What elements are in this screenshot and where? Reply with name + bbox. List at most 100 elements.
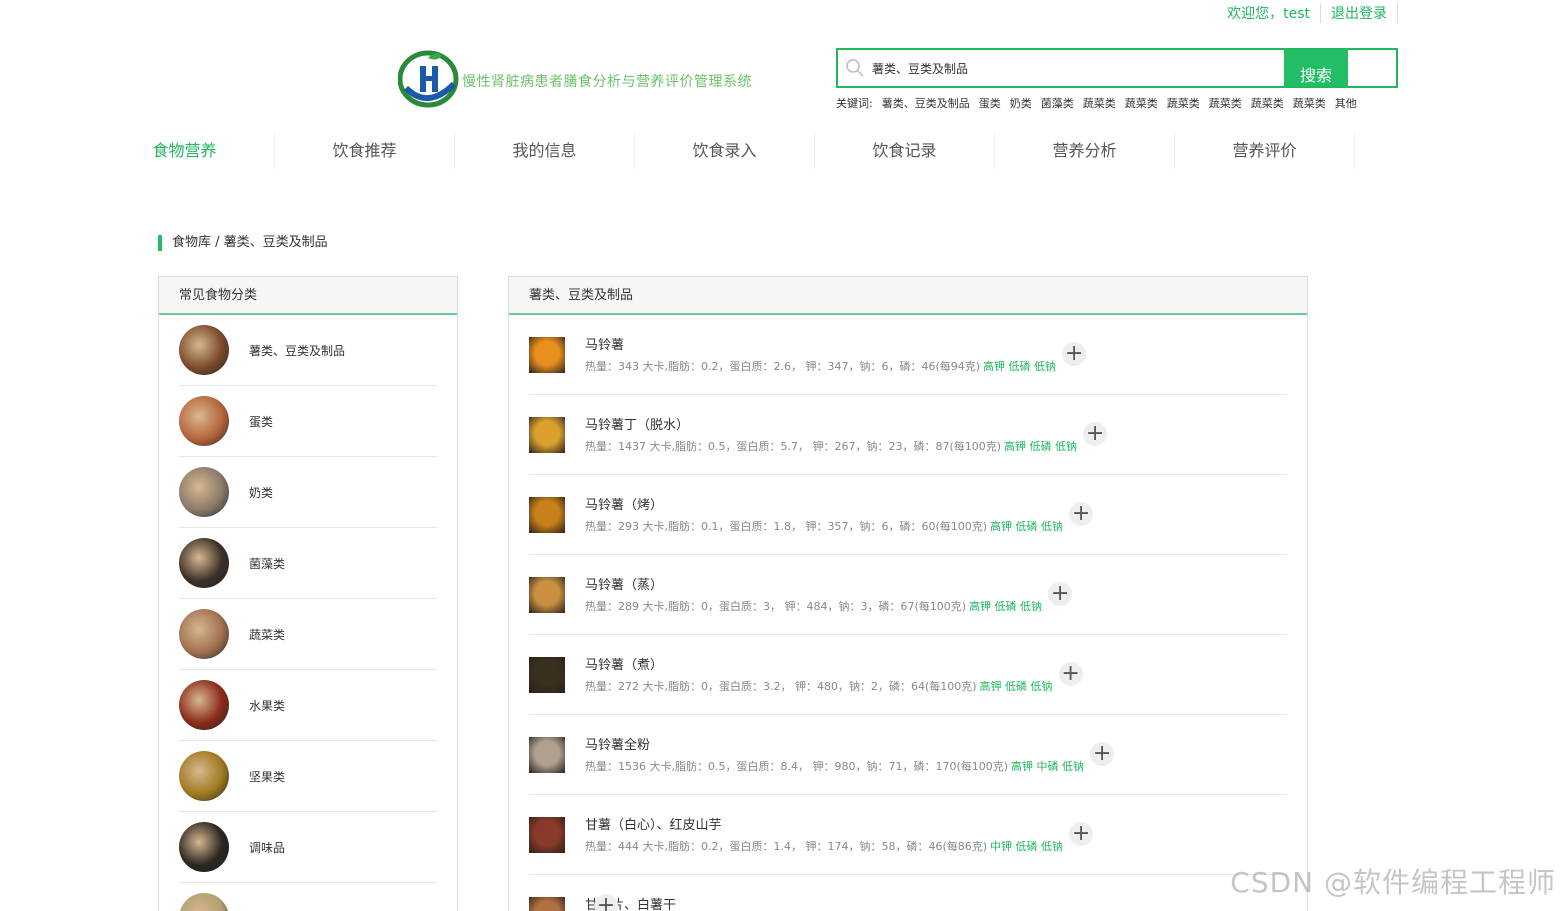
food-nutrition-info: 热量：1437 大卡,脂肪：0.5，蛋白质：5.7， 钾：267，钠：23，磷：… <box>585 422 1108 454</box>
food-item[interactable]: 甘薯片、白薯干 + <box>529 875 1287 911</box>
category-item[interactable]: 菌藻类 <box>179 528 437 599</box>
food-item[interactable]: 马铃薯（煮） 热量：272 大卡,脂肪：0，蛋白质：3.2， 钾：480，钠：2，… <box>529 635 1287 715</box>
keyword-link[interactable]: 蔬菜类 <box>1083 95 1116 111</box>
search-input[interactable] <box>872 50 1284 86</box>
category-item[interactable]: 蔬菜类 <box>179 599 437 670</box>
food-item[interactable]: 马铃薯（蒸） 热量：289 大卡,脂肪：0，蛋白质：3， 钾：484，钠：3，磷：… <box>529 555 1287 635</box>
search-bar: 搜索 <box>836 48 1398 88</box>
sidebar-title: 常见食物分类 <box>159 277 457 315</box>
nutrition-tags: 高钾 低磷 低钠 <box>990 520 1064 533</box>
category-label: 菌藻类 <box>249 556 286 571</box>
category-thumbnail <box>179 396 229 446</box>
category-item[interactable]: 调味品 <box>179 812 437 883</box>
search-button[interactable]: 搜索 <box>1284 50 1348 86</box>
food-nutrition-info: 热量：289 大卡,脂肪：0，蛋白质：3， 钾：484，钠：3，磷：67(每10… <box>585 582 1073 614</box>
nav-diet-recommend[interactable]: 饮食推荐 <box>275 133 455 169</box>
category-item[interactable]: 奶类 <box>179 457 437 528</box>
top-bar: 欢迎您，test 退出登录 <box>1227 3 1398 23</box>
keyword-link[interactable]: 奶类 <box>1010 95 1032 111</box>
category-item[interactable]: 坚果类 <box>179 741 437 812</box>
food-nutrition-info: 热量：343 大卡,脂肪：0.2，蛋白质：2.6， 钾：347，钠：6，磷：46… <box>585 342 1087 374</box>
food-name[interactable]: 马铃薯（煮） <box>585 654 663 673</box>
food-image <box>529 577 565 613</box>
add-food-button[interactable]: + <box>1058 662 1083 686</box>
food-list-panel: 薯类、豆类及制品 马铃薯 热量：343 大卡,脂肪：0.2，蛋白质：2.6， 钾：… <box>508 276 1308 911</box>
category-label: 奶类 <box>249 485 274 500</box>
logo-icon <box>398 50 459 108</box>
category-label: 坚果类 <box>249 769 286 784</box>
food-nutrition-info: 热量：1536 大卡,脂肪：0.5，蛋白质：8.4， 钾：980，钠：71，磷：… <box>585 742 1115 774</box>
category-list: 薯类、豆类及制品蛋类奶类菌藻类蔬菜类水果类坚果类调味品 <box>159 315 457 911</box>
watermark: CSDN @软件编程工程师 <box>1230 866 1556 899</box>
food-name[interactable]: 马铃薯（烤） <box>585 494 663 513</box>
nutrition-values: 热量：1437 大卡,脂肪：0.5，蛋白质：5.7， 钾：267，钠：23，磷：… <box>585 440 1002 453</box>
category-label: 蔬菜类 <box>249 627 286 642</box>
food-nutrition-info: 热量：444 大卡,脂肪：0.2，蛋白质：1.4， 钾：174，钠：58，磷：4… <box>585 822 1094 854</box>
nutrition-values: 热量：293 大卡,脂肪：0.1，蛋白质：1.8， 钾：357，钠：6，磷：60… <box>585 520 988 533</box>
category-item[interactable] <box>179 883 437 911</box>
category-thumbnail <box>179 609 229 659</box>
food-item[interactable]: 甘薯（白心）、红皮山芋 热量：444 大卡,脂肪：0.2，蛋白质：1.4， 钾：1… <box>529 795 1287 875</box>
logout-link[interactable]: 退出登录 <box>1320 3 1398 23</box>
category-thumbnail <box>179 680 229 730</box>
food-item[interactable]: 马铃薯热量：343 大卡,脂肪：0.2，蛋白质：2.6， 钾：347，钠：6，磷… <box>529 315 1287 395</box>
food-name[interactable]: 马铃薯（蒸） <box>585 574 663 593</box>
keywords-label: 关键词: <box>836 97 873 110</box>
food-image <box>529 737 565 773</box>
food-name[interactable]: 马铃薯全粉 <box>585 734 650 753</box>
keyword-link[interactable]: 菌藻类 <box>1041 95 1074 111</box>
nutrition-tags: 高钾 低磷 低钠 <box>979 680 1053 693</box>
nav-diet-records[interactable]: 饮食记录 <box>815 133 995 169</box>
keyword-link[interactable]: 蔬菜类 <box>1293 95 1326 111</box>
nav-diet-entry[interactable]: 饮食录入 <box>635 133 815 169</box>
add-food-button[interactable]: + <box>1090 742 1115 766</box>
add-food-button[interactable]: + <box>594 894 618 911</box>
add-food-button[interactable]: + <box>1062 342 1087 366</box>
keyword-link[interactable]: 蔬菜类 <box>1125 95 1158 111</box>
nutrition-values: 热量：289 大卡,脂肪：0，蛋白质：3， 钾：484，钠：3，磷：67(每10… <box>585 600 967 613</box>
add-food-button[interactable]: + <box>1048 582 1073 606</box>
add-food-button[interactable]: + <box>1083 422 1108 446</box>
food-image <box>529 337 565 373</box>
food-name[interactable]: 马铃薯 <box>585 334 624 353</box>
food-item[interactable]: 马铃薯全粉 热量：1536 大卡,脂肪：0.5，蛋白质：8.4， 钾：980，钠：… <box>529 715 1287 795</box>
nav-nutrition-analysis[interactable]: 营养分析 <box>995 133 1175 169</box>
food-item[interactable]: 马铃薯丁（脱水） 热量：1437 大卡,脂肪：0.5，蛋白质：5.7， 钾：267… <box>529 395 1287 475</box>
category-thumbnail <box>179 893 229 911</box>
category-thumbnail <box>179 822 229 872</box>
nutrition-tags: 高钾 低磷 低钠 <box>969 600 1043 613</box>
nutrition-tags: 高钾 低磷 低钠 <box>1004 440 1078 453</box>
keyword-link[interactable]: 蔬菜类 <box>1209 95 1242 111</box>
food-item[interactable]: 马铃薯（烤） 热量：293 大卡,脂肪：0.1，蛋白质：1.8， 钾：357，钠：… <box>529 475 1287 555</box>
keyword-link[interactable]: 薯类、豆类及制品 <box>882 95 970 111</box>
keyword-link[interactable]: 其他 <box>1335 95 1357 111</box>
food-list: 马铃薯热量：343 大卡,脂肪：0.2，蛋白质：2.6， 钾：347，钠：6，磷… <box>509 315 1307 911</box>
nav-food-nutrition[interactable]: 食物营养 <box>95 133 275 169</box>
keyword-link[interactable]: 蔬菜类 <box>1167 95 1200 111</box>
category-label: 薯类、豆类及制品 <box>249 343 346 358</box>
breadcrumb: 食物库 / 薯类、豆类及制品 <box>158 235 328 251</box>
category-thumbnail <box>179 325 229 375</box>
welcome-text: 欢迎您，test <box>1227 6 1310 22</box>
nav-nutrition-evaluation[interactable]: 营养评价 <box>1175 133 1355 169</box>
food-name[interactable]: 马铃薯丁（脱水） <box>585 414 689 433</box>
food-image <box>529 497 565 533</box>
category-thumbnail <box>179 467 229 517</box>
category-item[interactable]: 薯类、豆类及制品 <box>179 315 437 386</box>
add-food-button[interactable]: + <box>1069 822 1094 846</box>
add-food-button[interactable]: + <box>1069 502 1094 526</box>
nutrition-values: 热量：343 大卡,脂肪：0.2，蛋白质：2.6， 钾：347，钠：6，磷：46… <box>585 360 981 373</box>
food-image <box>529 657 565 693</box>
search-keywords: 关键词: 薯类、豆类及制品 蛋类 奶类 菌藻类 蔬菜类 蔬菜类 蔬菜类 蔬菜类 … <box>836 95 1357 111</box>
category-item[interactable]: 水果类 <box>179 670 437 741</box>
site-logo[interactable]: 慢性肾脏病患者膳食分析与营养评价管理系统 <box>398 48 752 108</box>
keyword-link[interactable]: 蛋类 <box>979 95 1001 111</box>
nutrition-tags: 中钾 低磷 低钠 <box>990 840 1064 853</box>
food-name[interactable]: 甘薯（白心）、红皮山芋 <box>585 814 722 833</box>
category-sidebar: 常见食物分类 薯类、豆类及制品蛋类奶类菌藻类蔬菜类水果类坚果类调味品 <box>158 276 458 911</box>
nutrition-tags: 高钾 低磷 低钠 <box>983 360 1057 373</box>
keyword-link[interactable]: 蔬菜类 <box>1251 95 1284 111</box>
nav-my-info[interactable]: 我的信息 <box>455 133 635 169</box>
category-item[interactable]: 蛋类 <box>179 386 437 457</box>
category-label: 调味品 <box>249 840 286 855</box>
